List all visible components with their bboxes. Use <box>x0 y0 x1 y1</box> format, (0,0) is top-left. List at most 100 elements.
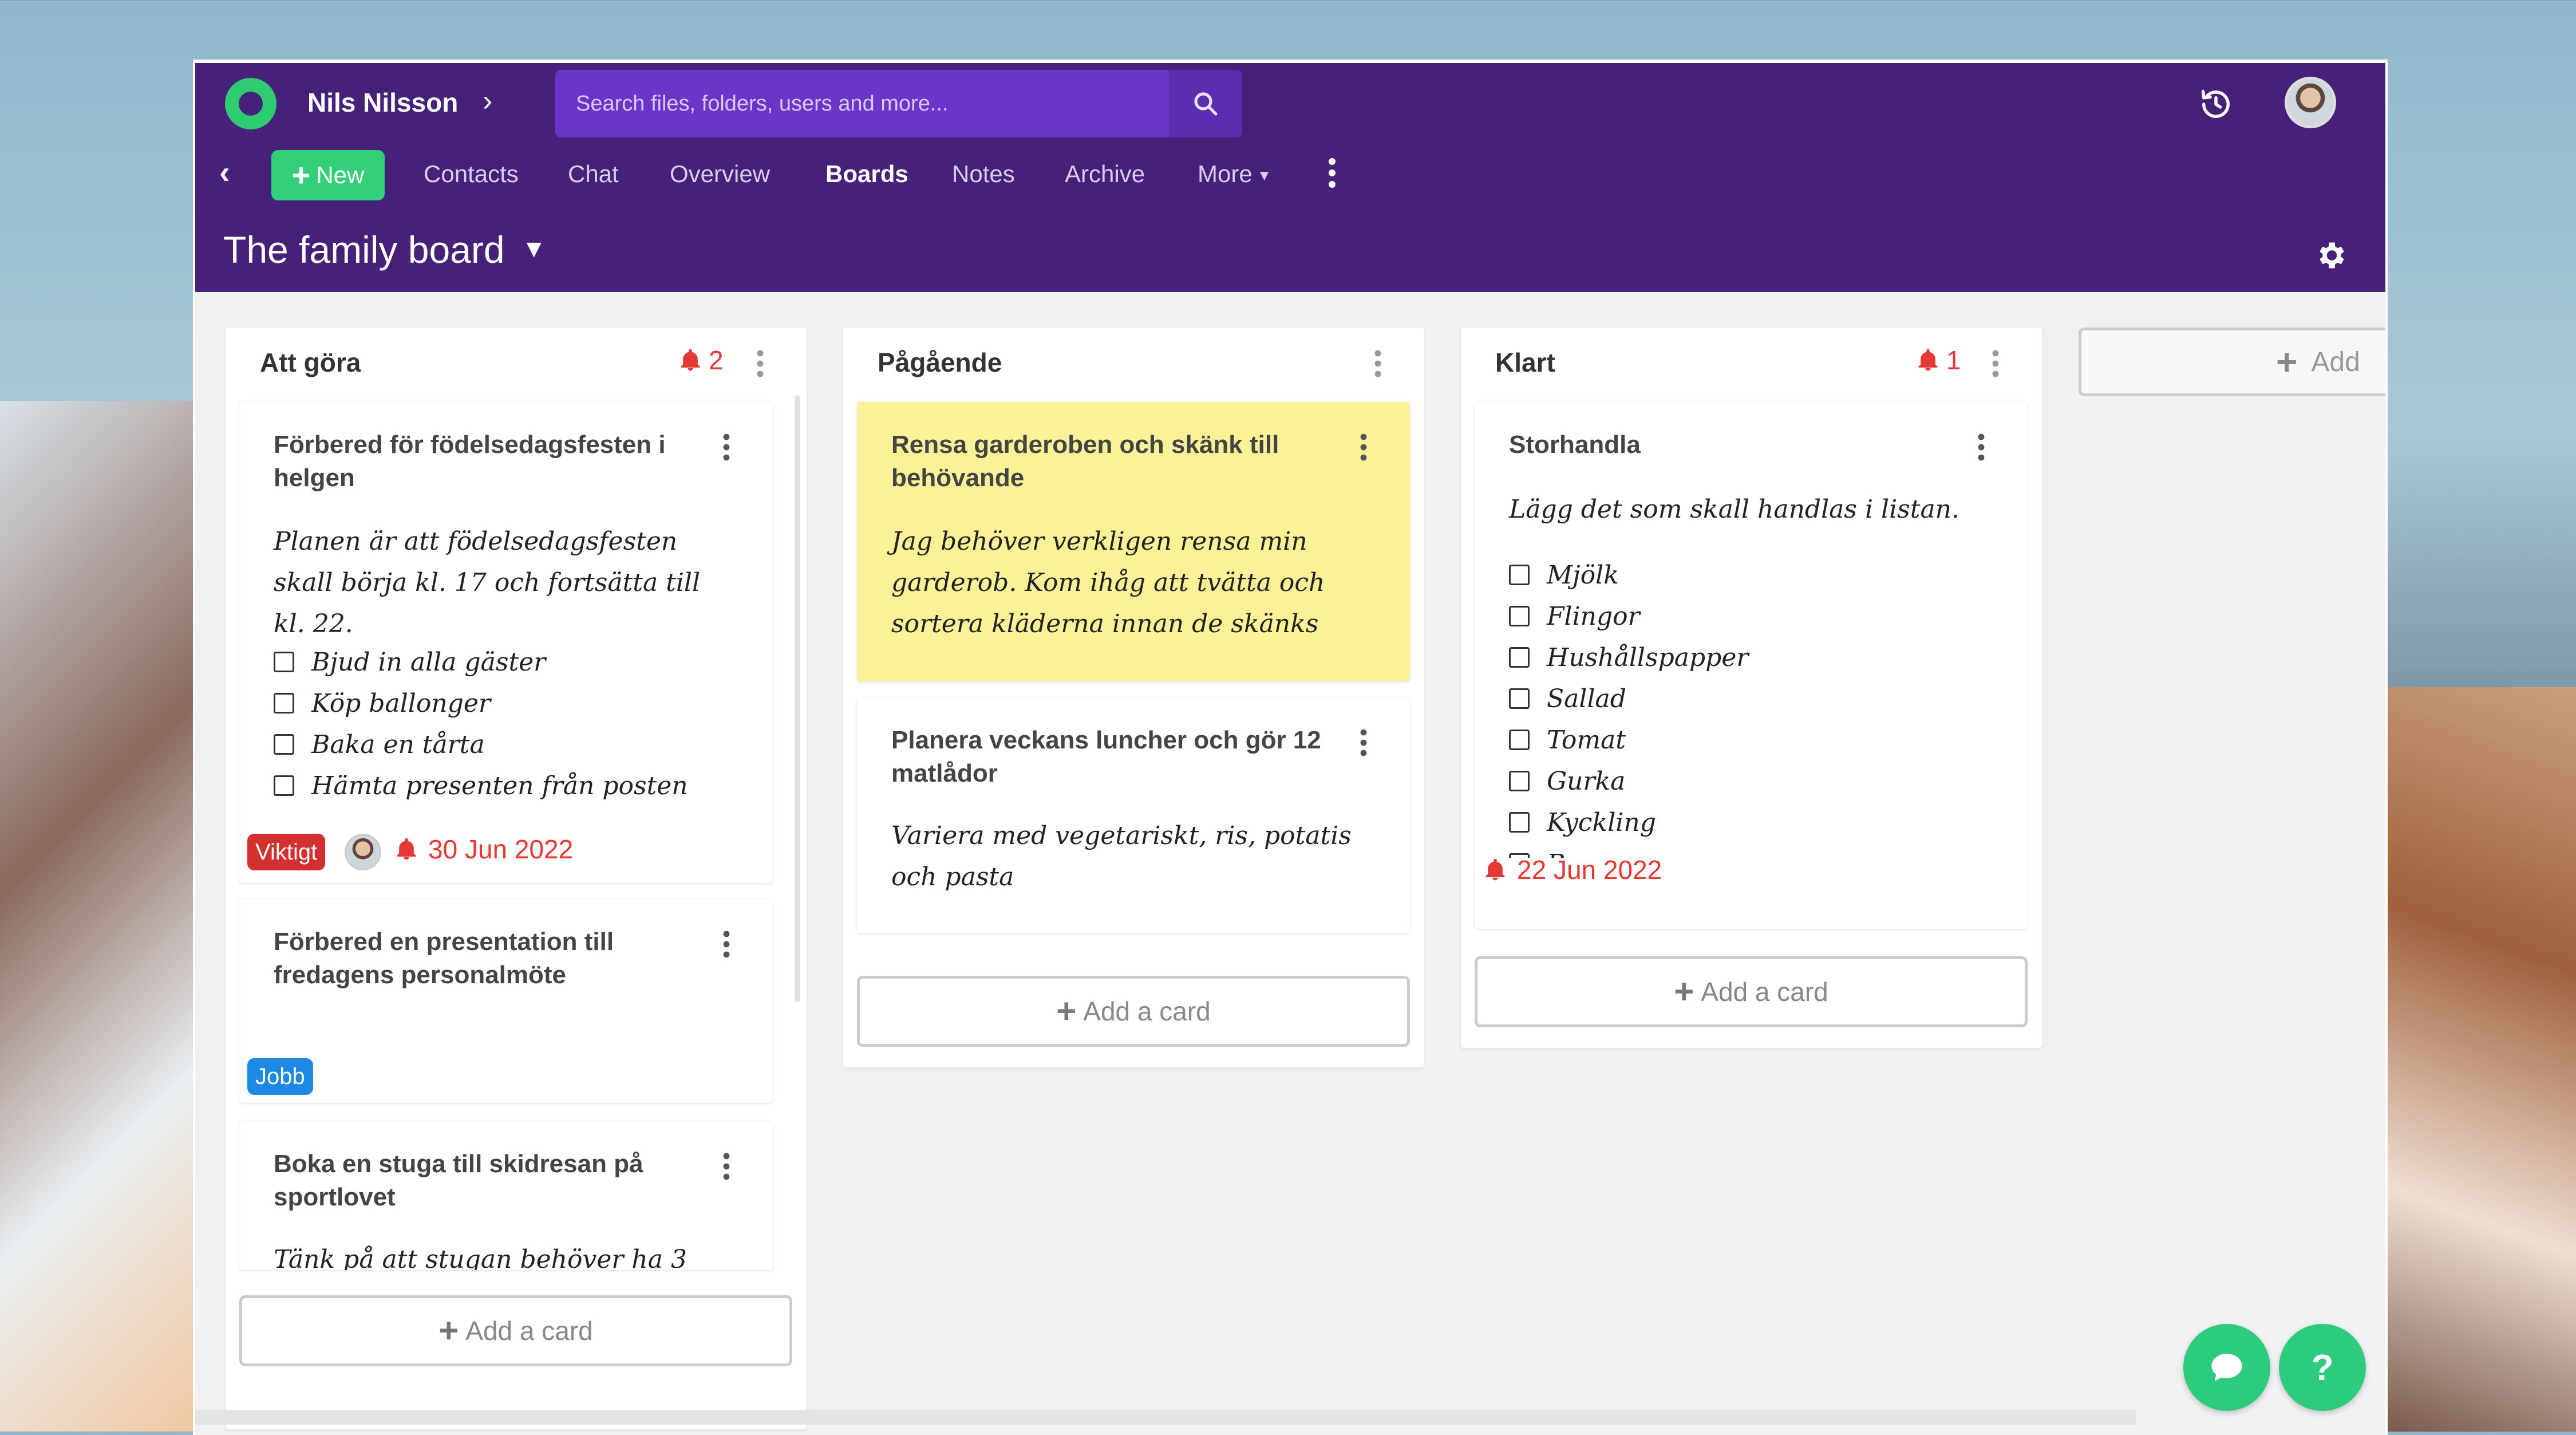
checkbox[interactable] <box>1509 606 1530 626</box>
card[interactable]: Förbered en presentation till fredagens … <box>239 899 773 1103</box>
card-menu-icon[interactable] <box>721 929 732 960</box>
card-menu-icon[interactable] <box>721 1151 732 1182</box>
card-menu-icon[interactable] <box>1358 727 1369 758</box>
user-name[interactable]: Nils Nilsson <box>307 87 458 118</box>
card-description: Lägg det som skall handlas i listan. <box>1509 495 1959 524</box>
checkbox[interactable] <box>274 775 294 796</box>
chat-button[interactable] <box>2183 1324 2270 1411</box>
nav-contacts[interactable]: Contacts <box>424 160 519 188</box>
checklist-item: Tomat <box>1509 719 2005 760</box>
alert-badge[interactable]: 1 <box>1915 345 1961 376</box>
checkbox[interactable] <box>1509 771 1530 791</box>
search-input[interactable] <box>555 70 1168 137</box>
column-att-gora: Att göra 2 Förbered för födelsedagsfeste… <box>226 328 807 1429</box>
chat-bubble-icon <box>2211 1354 2242 1381</box>
add-card-button[interactable]: + Add a card <box>857 976 1410 1047</box>
column-menu-icon[interactable] <box>755 348 765 379</box>
checklist-item-label: Gurka <box>1547 766 1626 796</box>
add-card-button[interactable]: + Add a card <box>239 1295 792 1366</box>
checklist-item: Bjud in alla gäster <box>274 641 750 683</box>
card-title: Förbered en presentation till fredagens … <box>274 928 614 989</box>
add-card-button[interactable]: + Add a card <box>1475 956 2028 1027</box>
nav-archive[interactable]: Archive <box>1065 160 1145 188</box>
checklist-item: Kyckling <box>1509 802 2005 843</box>
search-button[interactable] <box>1169 70 1242 137</box>
bell-icon <box>1485 858 1505 881</box>
checklist-item-label: Köp ballonger <box>311 688 491 718</box>
checkbox[interactable] <box>1509 647 1530 668</box>
card[interactable]: Rensa garderoben och skänk till behövand… <box>857 402 1410 681</box>
back-icon[interactable]: ‹ <box>219 153 230 191</box>
checklist: Mjölk Flingor Hushållspapper Sallad Toma… <box>1509 554 2005 858</box>
user-avatar[interactable] <box>2285 77 2336 128</box>
card-title: Rensa garderoben och skänk till behövand… <box>891 431 1279 492</box>
kebab-menu-icon[interactable] <box>1326 156 1338 190</box>
plus-icon: + <box>1056 992 1077 1030</box>
new-button[interactable]: + New <box>271 150 385 200</box>
bell-icon <box>681 349 700 371</box>
nav-boards[interactable]: Boards <box>825 160 908 188</box>
card-menu-icon[interactable] <box>1358 432 1369 463</box>
add-column-label: Add <box>2311 346 2360 377</box>
plus-icon: + <box>438 1311 459 1350</box>
board-horizontal-scrollbar[interactable] <box>195 1410 2136 1425</box>
board-title[interactable]: The family board <box>223 228 505 271</box>
nav-overview[interactable]: Overview <box>670 160 770 188</box>
column-scrollbar[interactable] <box>795 395 800 1002</box>
app-window: Nils Nilsson › ‹ + New Contacts Chat Ove… <box>193 60 2388 1435</box>
card[interactable]: Storhandla Lägg det som skall handlas i … <box>1475 402 2028 929</box>
column-title[interactable]: Pågående <box>878 347 1002 378</box>
checklist-item-label: Hushållspapper <box>1547 642 1749 672</box>
checkbox[interactable] <box>1509 812 1530 833</box>
checkbox[interactable] <box>1509 688 1530 709</box>
checklist-item: Baka en tårta <box>274 724 750 765</box>
history-icon[interactable] <box>2199 87 2233 121</box>
background-mountain-left <box>0 401 206 1432</box>
card-title: Förbered för födelsedagsfesten i helgen <box>274 431 666 492</box>
add-card-label: Add a card <box>1083 996 1211 1026</box>
checkbox[interactable] <box>1509 730 1530 750</box>
column-title[interactable]: Att göra <box>260 347 361 378</box>
alert-count: 2 <box>709 345 724 375</box>
checklist-item-label: Bjud in alla gäster <box>311 647 546 677</box>
checklist-item-label: Kyckling <box>1547 807 1656 837</box>
bell-icon <box>397 838 416 860</box>
checkbox[interactable] <box>274 734 294 755</box>
card-menu-icon[interactable] <box>721 432 732 463</box>
gear-icon[interactable] <box>2313 238 2348 273</box>
checkbox[interactable] <box>274 652 294 672</box>
plus-icon: + <box>291 157 311 193</box>
assignee-avatar <box>345 834 381 870</box>
column-menu-icon[interactable] <box>1373 348 1383 379</box>
caret-down-icon[interactable]: ▼ <box>521 235 547 263</box>
column-title[interactable]: Klart <box>1495 347 1555 378</box>
column-pagaende: Pågående Rensa garderoben och skänk till… <box>843 328 1424 1067</box>
help-button[interactable]: ? <box>2279 1324 2366 1411</box>
card[interactable]: Förbered för födelsedagsfesten i helgen … <box>239 402 773 883</box>
chevron-right-icon[interactable]: › <box>483 84 492 118</box>
checklist-item: Köp ballonger <box>274 683 750 724</box>
background-mountain-right <box>2387 687 2576 1432</box>
add-column-button[interactable]: + Add <box>2079 328 2385 396</box>
checkbox[interactable] <box>1509 565 1530 585</box>
header: Nils Nilsson › ‹ + New Contacts Chat Ove… <box>195 63 2385 292</box>
nav-more-label: More <box>1198 160 1253 187</box>
checklist-item-label: Mjölk <box>1547 560 1619 590</box>
nav-notes[interactable]: Notes <box>952 160 1015 188</box>
alert-badge[interactable]: 2 <box>678 345 724 376</box>
card-description: Variera med vegetariskt, ris, potatis oc… <box>891 821 1352 892</box>
checklist-item: Gurka <box>1509 760 2005 802</box>
checkbox[interactable] <box>274 693 294 713</box>
logo-icon[interactable] <box>225 78 276 129</box>
card-menu-icon[interactable] <box>1976 432 1986 463</box>
card[interactable]: Boka en stuga till skidresan på sportlov… <box>239 1121 773 1270</box>
nav-more[interactable]: More ▼ <box>1198 160 1271 188</box>
column-menu-icon[interactable] <box>1990 348 2001 379</box>
column-klart: Klart 1 Storhandla Lägg det som skall ha… <box>1461 328 2042 1048</box>
card-title: Boka en stuga till skidresan på sportlov… <box>274 1150 643 1211</box>
plus-icon: + <box>2276 341 2298 383</box>
card[interactable]: Planera veckans luncher och gör 12 matlå… <box>857 697 1410 933</box>
nav-chat[interactable]: Chat <box>568 160 619 188</box>
question-icon: ? <box>2311 1347 2334 1388</box>
card-description: Planen är att födelsedagsfesten skall bö… <box>274 527 701 638</box>
